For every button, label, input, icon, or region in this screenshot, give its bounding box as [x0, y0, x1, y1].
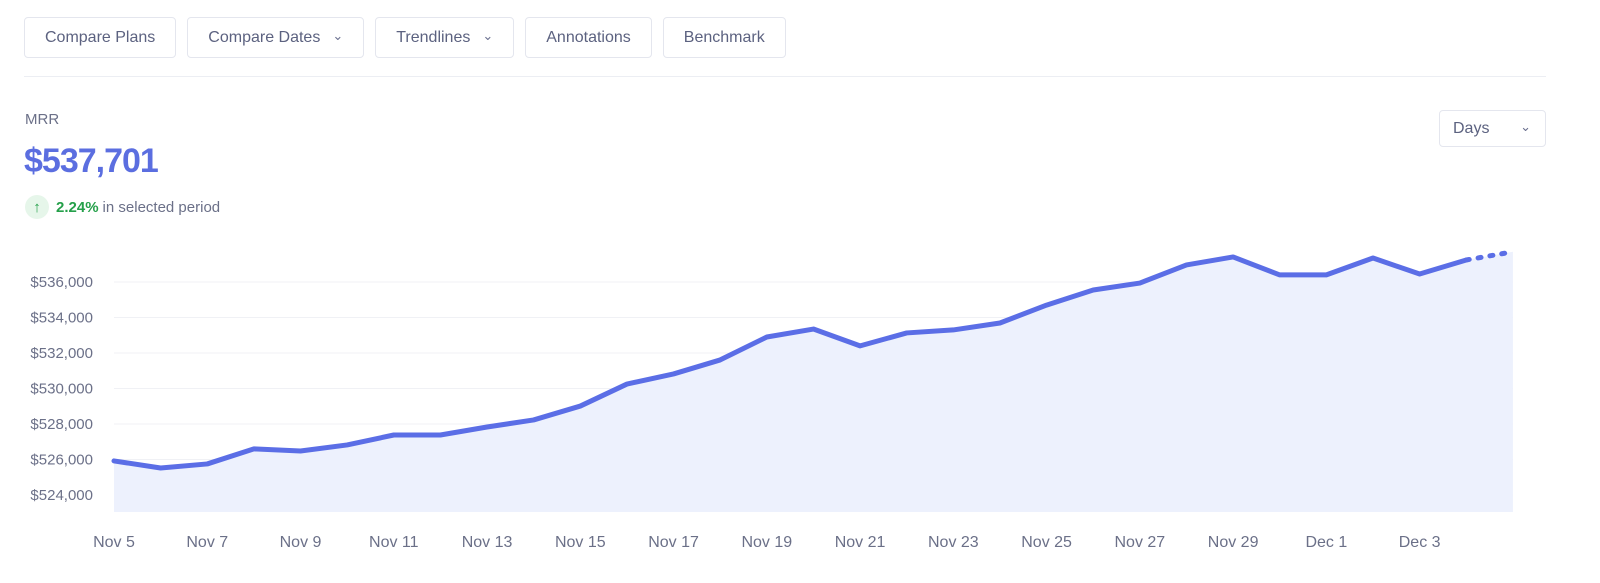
area-fill — [114, 251, 1513, 512]
toolbar-button-compare-plans[interactable]: Compare Plans — [24, 17, 177, 58]
y-tick-label: $524,000 — [30, 487, 93, 504]
x-tick-label: Nov 9 — [280, 534, 322, 551]
metric-value: $537,701 — [24, 142, 159, 180]
x-tick-label: Dec 3 — [1399, 534, 1441, 551]
y-tick-label: $536,000 — [30, 274, 93, 291]
y-tick-label: $526,000 — [30, 452, 93, 469]
y-tick-label: $528,000 — [30, 416, 93, 433]
y-tick-label: $534,000 — [30, 310, 93, 327]
toolbar-button-label: Compare Dates — [208, 28, 321, 46]
chevron-down-icon: ⌄ — [482, 27, 494, 43]
x-tick-label: Nov 23 — [928, 534, 979, 551]
x-tick-label: Nov 17 — [648, 534, 699, 551]
change-indicator: ↑ 2.24% in selected period — [25, 195, 220, 219]
x-tick-label: Nov 11 — [369, 534, 419, 551]
toolbar-button-trendlines[interactable]: Trendlines ⌄ — [375, 17, 515, 58]
toolbar-button-label: Trendlines — [396, 28, 471, 46]
x-tick-label: Nov 5 — [93, 534, 135, 551]
x-tick-label: Nov 15 — [555, 534, 606, 551]
toolbar-button-label: Compare Plans — [45, 28, 156, 46]
change-text: in selected period — [102, 198, 221, 216]
divider — [24, 76, 1546, 77]
x-tick-label: Nov 7 — [186, 534, 228, 551]
toolbar-button-label: Annotations — [546, 28, 631, 46]
toolbar-button-compare-dates[interactable]: Compare Dates ⌄ — [187, 17, 365, 58]
x-tick-label: Nov 29 — [1208, 534, 1259, 551]
y-tick-label: $532,000 — [30, 345, 93, 362]
mrr-chart: $524,000 $526,000 $528,000 $530,000 $532,000… — [30, 249, 1516, 551]
x-tick-label: Nov 19 — [741, 534, 792, 551]
toolbar-button-label: Benchmark — [683, 28, 765, 46]
toolbar-button-annotations[interactable]: Annotations — [525, 17, 652, 58]
x-tick-label: Nov 21 — [835, 534, 886, 551]
x-tick-label: Nov 27 — [1115, 534, 1166, 551]
x-tick-label: Nov 13 — [462, 534, 513, 551]
change-percent: 2.24% — [56, 198, 99, 216]
toolbar-button-benchmark[interactable]: Benchmark — [662, 17, 786, 58]
metric-label: MRR — [25, 111, 60, 128]
chevron-down-icon: ⌄ — [332, 27, 344, 43]
y-tick-label: $530,000 — [30, 381, 93, 398]
chevron-down-icon: ⌄ — [1520, 118, 1531, 134]
interval-select-value: Days — [1453, 119, 1490, 137]
x-tick-label: Dec 1 — [1305, 534, 1347, 551]
interval-select[interactable]: Days ⌄ — [1439, 110, 1546, 147]
x-tick-label: Nov 25 — [1021, 534, 1072, 551]
arrow-up-icon: ↑ — [25, 195, 49, 219]
toolbar: Compare Plans Compare Dates ⌄ Trendlines ⌄ An… — [24, 17, 786, 58]
